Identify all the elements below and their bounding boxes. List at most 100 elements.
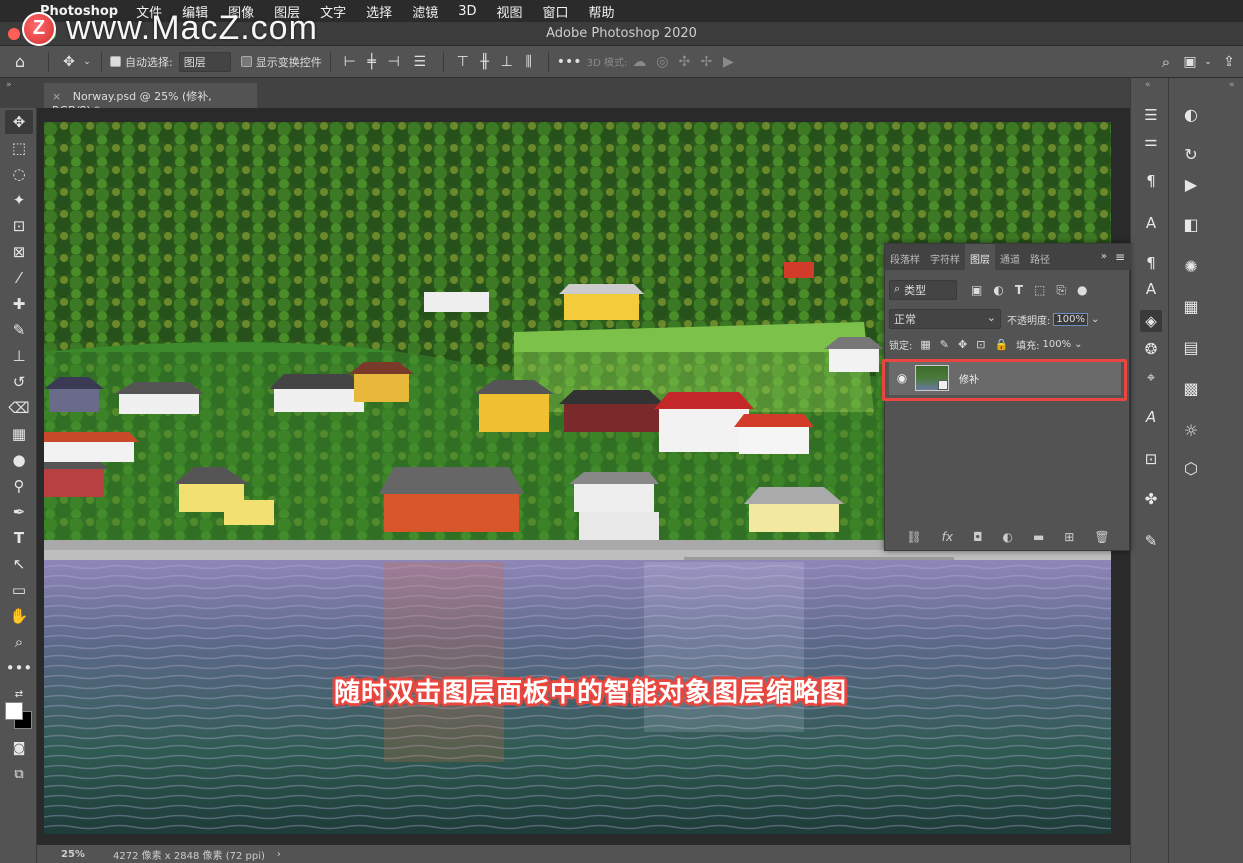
menu-view[interactable]: 视图 <box>496 2 522 21</box>
close-tab-icon[interactable]: × <box>52 90 61 103</box>
tab-layers[interactable]: 图层 <box>965 244 995 270</box>
dodge-tool-icon[interactable]: ⚲ <box>5 474 33 498</box>
character-icon[interactable]: A <box>1140 212 1162 234</box>
workspace-icon[interactable]: ▣ <box>1179 54 1201 70</box>
menu-help[interactable]: 帮助 <box>589 2 615 21</box>
brush-icon[interactable]: ✎ <box>1140 530 1162 552</box>
marquee-tool-icon[interactable]: ⬚ <box>5 136 33 160</box>
move-tool-icon[interactable]: ✥ <box>5 110 33 134</box>
chevron-down-icon[interactable]: ⌄ <box>1201 57 1215 67</box>
chevron-down-icon[interactable]: ⌄ <box>1074 339 1082 350</box>
frame-tool-icon[interactable]: ⊠ <box>5 240 33 264</box>
brush-settings-icon[interactable]: ☰ <box>1140 104 1162 126</box>
hand-tool-icon[interactable]: ✋ <box>5 604 33 628</box>
chevron-down-icon[interactable]: ⌄ <box>1091 314 1099 325</box>
opacity-input[interactable]: 100% <box>1053 312 1088 326</box>
expand-icon[interactable]: » <box>1101 244 1111 270</box>
fx-icon[interactable]: fx <box>942 530 953 544</box>
zoom-level[interactable]: 25% <box>37 849 97 860</box>
align-vcenter-icon[interactable]: ╫ <box>474 54 496 70</box>
zoom-tool-icon[interactable]: ⌕ <box>5 630 33 654</box>
paths-icon[interactable]: ⌖ <box>1140 366 1162 388</box>
lock-pixels-icon[interactable]: ✎ <box>940 338 949 351</box>
gradients-icon[interactable]: ▤ <box>1179 335 1203 359</box>
adjustments-icon[interactable]: ◐ <box>1179 102 1203 126</box>
collapse-icon[interactable]: « <box>1229 80 1235 90</box>
lock-artboard-icon[interactable]: ⊡ <box>976 338 985 351</box>
tab-character-styles[interactable]: 字符样 <box>925 244 965 270</box>
glyphs-icon[interactable]: A <box>1140 406 1162 428</box>
stamp-tool-icon[interactable]: ⊥ <box>5 344 33 368</box>
adjustment-layer-icon[interactable]: ◐ <box>1002 530 1012 544</box>
type-tool-icon[interactable]: T <box>5 526 33 550</box>
filter-smart-object-icon[interactable]: ⎘ <box>1056 283 1066 298</box>
trash-icon[interactable]: 🗑 <box>1094 530 1109 544</box>
more-tools-icon[interactable]: ••• <box>5 656 33 680</box>
crop-tool-icon[interactable]: ⊡ <box>5 214 33 238</box>
link-layers-icon[interactable]: ⛓ <box>906 530 921 544</box>
pen-tool-icon[interactable]: ✒ <box>5 500 33 524</box>
history-brush-tool-icon[interactable]: ↺ <box>5 370 33 394</box>
layers-icon[interactable]: ◈ <box>1140 310 1162 332</box>
menu-type[interactable]: 文字 <box>320 2 346 21</box>
screen-mode-icon[interactable]: ⧉ <box>5 762 33 786</box>
actions-play-icon[interactable]: ▶ <box>1179 172 1203 196</box>
share-icon[interactable]: ⇪ <box>1215 54 1243 70</box>
blur-tool-icon[interactable]: ● <box>5 448 33 472</box>
show-transform-checkbox[interactable] <box>240 56 252 67</box>
layer-filter-dropdown[interactable]: ⌕ 类型 <box>889 280 957 300</box>
align-hcenter-icon[interactable]: ╪ <box>361 54 383 70</box>
distribute-vertical-icon[interactable]: ⫼ <box>518 54 540 70</box>
menu-window[interactable]: 窗口 <box>543 2 569 21</box>
lock-transparent-icon[interactable]: ▦ <box>920 338 930 351</box>
lasso-tool-icon[interactable]: ◌ <box>5 162 33 186</box>
plugins-icon[interactable]: ✤ <box>1140 488 1162 510</box>
channels-icon[interactable]: ❂ <box>1140 338 1162 360</box>
align-right-icon[interactable]: ⊣ <box>383 54 405 70</box>
chevron-right-icon[interactable]: › <box>277 849 281 860</box>
crop-icon[interactable]: ⊡ <box>1140 448 1162 470</box>
align-left-icon[interactable]: ⊢ <box>339 54 361 70</box>
new-group-icon[interactable]: ▬ <box>1033 530 1044 544</box>
character-styles-icon[interactable]: A <box>1140 278 1162 300</box>
pan-3d-icon[interactable]: ✣ <box>673 54 695 70</box>
gradient-tool-icon[interactable]: ▦ <box>5 422 33 446</box>
auto-select-checkbox[interactable] <box>110 56 121 67</box>
align-bottom-icon[interactable]: ⊥ <box>496 54 518 70</box>
magic-wand-tool-icon[interactable]: ✦ <box>5 188 33 212</box>
menu-select[interactable]: 选择 <box>366 2 392 21</box>
filter-toggle-icon[interactable]: ● <box>1077 283 1087 298</box>
filter-shape-icon[interactable]: ⬚ <box>1034 283 1045 298</box>
search-icon[interactable]: ⌕ <box>1153 53 1179 71</box>
menu-filter[interactable]: 滤镜 <box>412 2 438 21</box>
new-layer-icon[interactable]: ⊞ <box>1064 530 1074 544</box>
libraries-icon[interactable]: ◧ <box>1179 212 1203 236</box>
collapse-icon[interactable]: « <box>1145 80 1151 90</box>
foreground-color-swatch[interactable] <box>5 702 23 720</box>
document-tab[interactable]: × Norway.psd @ 25% (修补, RGB/8) * <box>43 82 258 117</box>
move-tool-icon[interactable]: ✥ <box>57 54 81 70</box>
brush-tool-icon[interactable]: ✎ <box>5 318 33 342</box>
filter-pixel-icon[interactable]: ▣ <box>971 283 982 298</box>
paragraph-styles-icon[interactable]: ¶ <box>1140 252 1162 274</box>
chevron-down-icon[interactable]: ⌄ <box>81 57 93 67</box>
patterns-icon[interactable]: ▩ <box>1179 376 1203 400</box>
filter-adjustment-icon[interactable]: ◐ <box>993 283 1003 298</box>
camera-3d-icon[interactable]: ▶ <box>717 54 739 70</box>
filter-type-icon[interactable]: T <box>1015 283 1023 298</box>
tab-channels[interactable]: 通道 <box>995 244 1025 270</box>
path-selection-tool-icon[interactable]: ↖ <box>5 552 33 576</box>
panel-menu-icon[interactable]: ≡ <box>1111 244 1131 270</box>
more-options-icon[interactable]: ••• <box>557 54 582 70</box>
slide-3d-icon[interactable]: ✢ <box>695 54 717 70</box>
3d-icon[interactable]: ⬡ <box>1179 456 1203 480</box>
lock-all-icon[interactable]: 🔒 <box>994 338 1008 351</box>
orbit-3d-icon[interactable]: ☁ <box>627 54 651 70</box>
home-icon[interactable]: ⌂ <box>0 52 40 71</box>
tab-paragraph-styles[interactable]: 段落样 <box>885 244 925 270</box>
auto-select-dropdown[interactable]: 图层 <box>178 51 231 72</box>
roll-3d-icon[interactable]: ◎ <box>651 54 673 70</box>
rectangle-tool-icon[interactable]: ▭ <box>5 578 33 602</box>
lock-position-icon[interactable]: ✥ <box>958 338 967 351</box>
brush-presets-icon[interactable]: ⚌ <box>1140 130 1162 152</box>
